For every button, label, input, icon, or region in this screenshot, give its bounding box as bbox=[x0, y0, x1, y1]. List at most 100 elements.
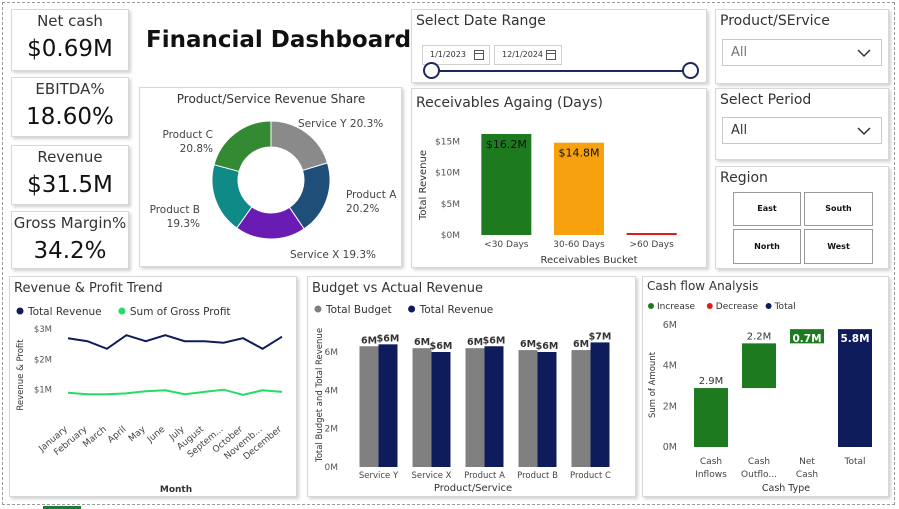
bar-data-label: 6M bbox=[573, 339, 589, 350]
region-button-south[interactable]: South bbox=[804, 192, 873, 226]
legend-marker bbox=[648, 303, 654, 309]
start-date-value: 1/1/2023 bbox=[430, 50, 466, 59]
period-dropdown-value: All bbox=[731, 123, 748, 138]
bar-total-budget bbox=[518, 350, 538, 467]
date-range-slicer: Select Date Range 1/1/2023 12/1/2024 bbox=[411, 9, 707, 83]
legend-label: Total Revenue bbox=[419, 304, 494, 316]
bar-data-label: $6M bbox=[536, 341, 559, 352]
product-dropdown[interactable]: All bbox=[722, 39, 882, 66]
legend-marker bbox=[314, 305, 322, 313]
chart-title: Revenue & Profit Trend bbox=[14, 281, 163, 296]
region-button-west[interactable]: West bbox=[804, 229, 873, 264]
y-axis-label: Total Revenue bbox=[418, 150, 429, 221]
region-button-north[interactable]: North bbox=[733, 229, 801, 264]
x-tick-label: Cash bbox=[796, 470, 818, 480]
donut-slice-label: Service X 19.3% bbox=[290, 249, 376, 261]
y-axis-label: Revenue & Profit bbox=[16, 339, 26, 411]
y-tick-label: $10M bbox=[435, 169, 460, 179]
kpi-value: 18.60% bbox=[26, 104, 114, 130]
date-range-title: Select Date Range bbox=[416, 13, 546, 29]
x-axis-label: Product/Service bbox=[434, 483, 512, 494]
period-filter: Select Period All bbox=[715, 88, 889, 160]
y-tick-label: 2M bbox=[325, 425, 339, 435]
y-tick-label: $0M bbox=[441, 231, 460, 241]
legend-label: Total Budget bbox=[325, 304, 392, 316]
bar-total-budget bbox=[359, 346, 379, 467]
bar-data-label: 6M bbox=[520, 339, 536, 350]
revenue-share-card: Product/Service Revenue Share Service Y … bbox=[139, 87, 402, 267]
waterfall-bar-total bbox=[838, 329, 872, 447]
legend-marker bbox=[16, 307, 24, 315]
x-tick-label: May bbox=[127, 424, 148, 444]
calendar-icon[interactable] bbox=[474, 50, 484, 60]
x-tick-label: Cash bbox=[748, 457, 770, 467]
y-tick-label: $1M bbox=[34, 386, 52, 396]
y-tick-label: $3M bbox=[34, 325, 52, 335]
y-tick-label: 6M bbox=[663, 320, 677, 331]
bar-total-budget bbox=[571, 350, 591, 467]
date-slider-start-handle[interactable] bbox=[423, 62, 440, 79]
legend-marker bbox=[118, 307, 126, 315]
bar-data-label: 6M bbox=[361, 335, 377, 346]
legend-label: Total bbox=[774, 302, 796, 312]
period-dropdown[interactable]: All bbox=[722, 117, 882, 144]
legend-marker bbox=[706, 303, 713, 309]
x-tick-label: Total bbox=[843, 457, 865, 467]
x-tick-label: 30-60 Days bbox=[553, 240, 605, 250]
revenue-profit-trend-card: Revenue & Profit Trend Total Revenue Sum … bbox=[9, 276, 297, 497]
bar-data-label: 2.9M bbox=[699, 376, 724, 387]
x-tick-label: >60 Days bbox=[630, 240, 675, 250]
y-axis-label: Sum of Amount bbox=[648, 351, 658, 418]
donut-slice-label: Product B bbox=[150, 204, 200, 216]
chart-title: Budget vs Actual Revenue bbox=[312, 281, 483, 296]
receivables-bar-chart: Receivables Againg (Days) $0M $5M $10M $15M… bbox=[416, 95, 677, 266]
bar-total-budget bbox=[465, 348, 485, 467]
bar-data-label: $6M bbox=[483, 335, 506, 346]
legend-label: Sum of Gross Profit bbox=[130, 306, 231, 318]
kpi-net-cash: Net cash $0.69M bbox=[11, 9, 129, 71]
x-axis-label: Month bbox=[160, 485, 192, 495]
legend-label: Increase bbox=[657, 302, 696, 312]
legend-label: Total Revenue bbox=[27, 306, 102, 318]
bar-data-label: $6M bbox=[430, 341, 453, 352]
product-filter-title: Product/SErvice bbox=[720, 13, 830, 29]
donut-slice-label: Product C bbox=[162, 129, 213, 141]
region-button-east[interactable]: East bbox=[733, 192, 801, 226]
bar-data-label: 6M bbox=[414, 337, 430, 348]
bar-total-revenue bbox=[537, 352, 557, 467]
kpi-label: EBITDA% bbox=[35, 80, 105, 98]
chevron-down-icon[interactable] bbox=[855, 120, 873, 140]
bar-data-label: $14.8M bbox=[559, 147, 600, 160]
kpi-label: Net cash bbox=[37, 12, 103, 30]
series-line-sum-of-gross-profit bbox=[67, 388, 283, 396]
y-tick-label: $15M bbox=[435, 137, 460, 147]
chart-title: Receivables Againg (Days) bbox=[416, 95, 603, 111]
end-date-input[interactable]: 12/1/2024 bbox=[494, 45, 562, 65]
y-tick-label: 2M bbox=[663, 401, 677, 412]
legend-marker bbox=[408, 305, 416, 313]
page-title: Financial Dashboard bbox=[146, 27, 412, 53]
date-slider-end-handle[interactable] bbox=[682, 62, 699, 79]
bar-total-revenue bbox=[484, 346, 504, 467]
product-dropdown-value: All bbox=[731, 45, 748, 60]
bar-data-label: $16.2M bbox=[486, 138, 527, 151]
bar-total-revenue bbox=[431, 352, 451, 467]
x-tick-label: Service X bbox=[412, 471, 452, 481]
kpi-value: $31.5M bbox=[27, 172, 113, 198]
x-axis-label: Receivables Bucket bbox=[541, 255, 638, 266]
revenue-share-donut-chart: Product/Service Revenue Share Service Y … bbox=[150, 92, 398, 261]
x-tick-label: Product A bbox=[464, 471, 505, 481]
y-tick-label: 0M bbox=[325, 463, 339, 473]
date-slider-track[interactable] bbox=[432, 70, 691, 72]
x-tick-label: Cash bbox=[700, 457, 722, 467]
bar--60-days bbox=[626, 233, 677, 235]
chevron-down-icon[interactable] bbox=[855, 42, 873, 62]
x-tick-label: April bbox=[106, 425, 128, 446]
region-title: Region bbox=[720, 170, 768, 186]
y-tick-label: 4M bbox=[663, 361, 677, 372]
kpi-value: 34.2% bbox=[33, 238, 107, 264]
donut-slice-product-c bbox=[213, 120, 272, 173]
x-tick-label: June bbox=[145, 424, 168, 445]
kpi-value: $0.69M bbox=[27, 36, 113, 62]
calendar-icon[interactable] bbox=[546, 50, 556, 60]
